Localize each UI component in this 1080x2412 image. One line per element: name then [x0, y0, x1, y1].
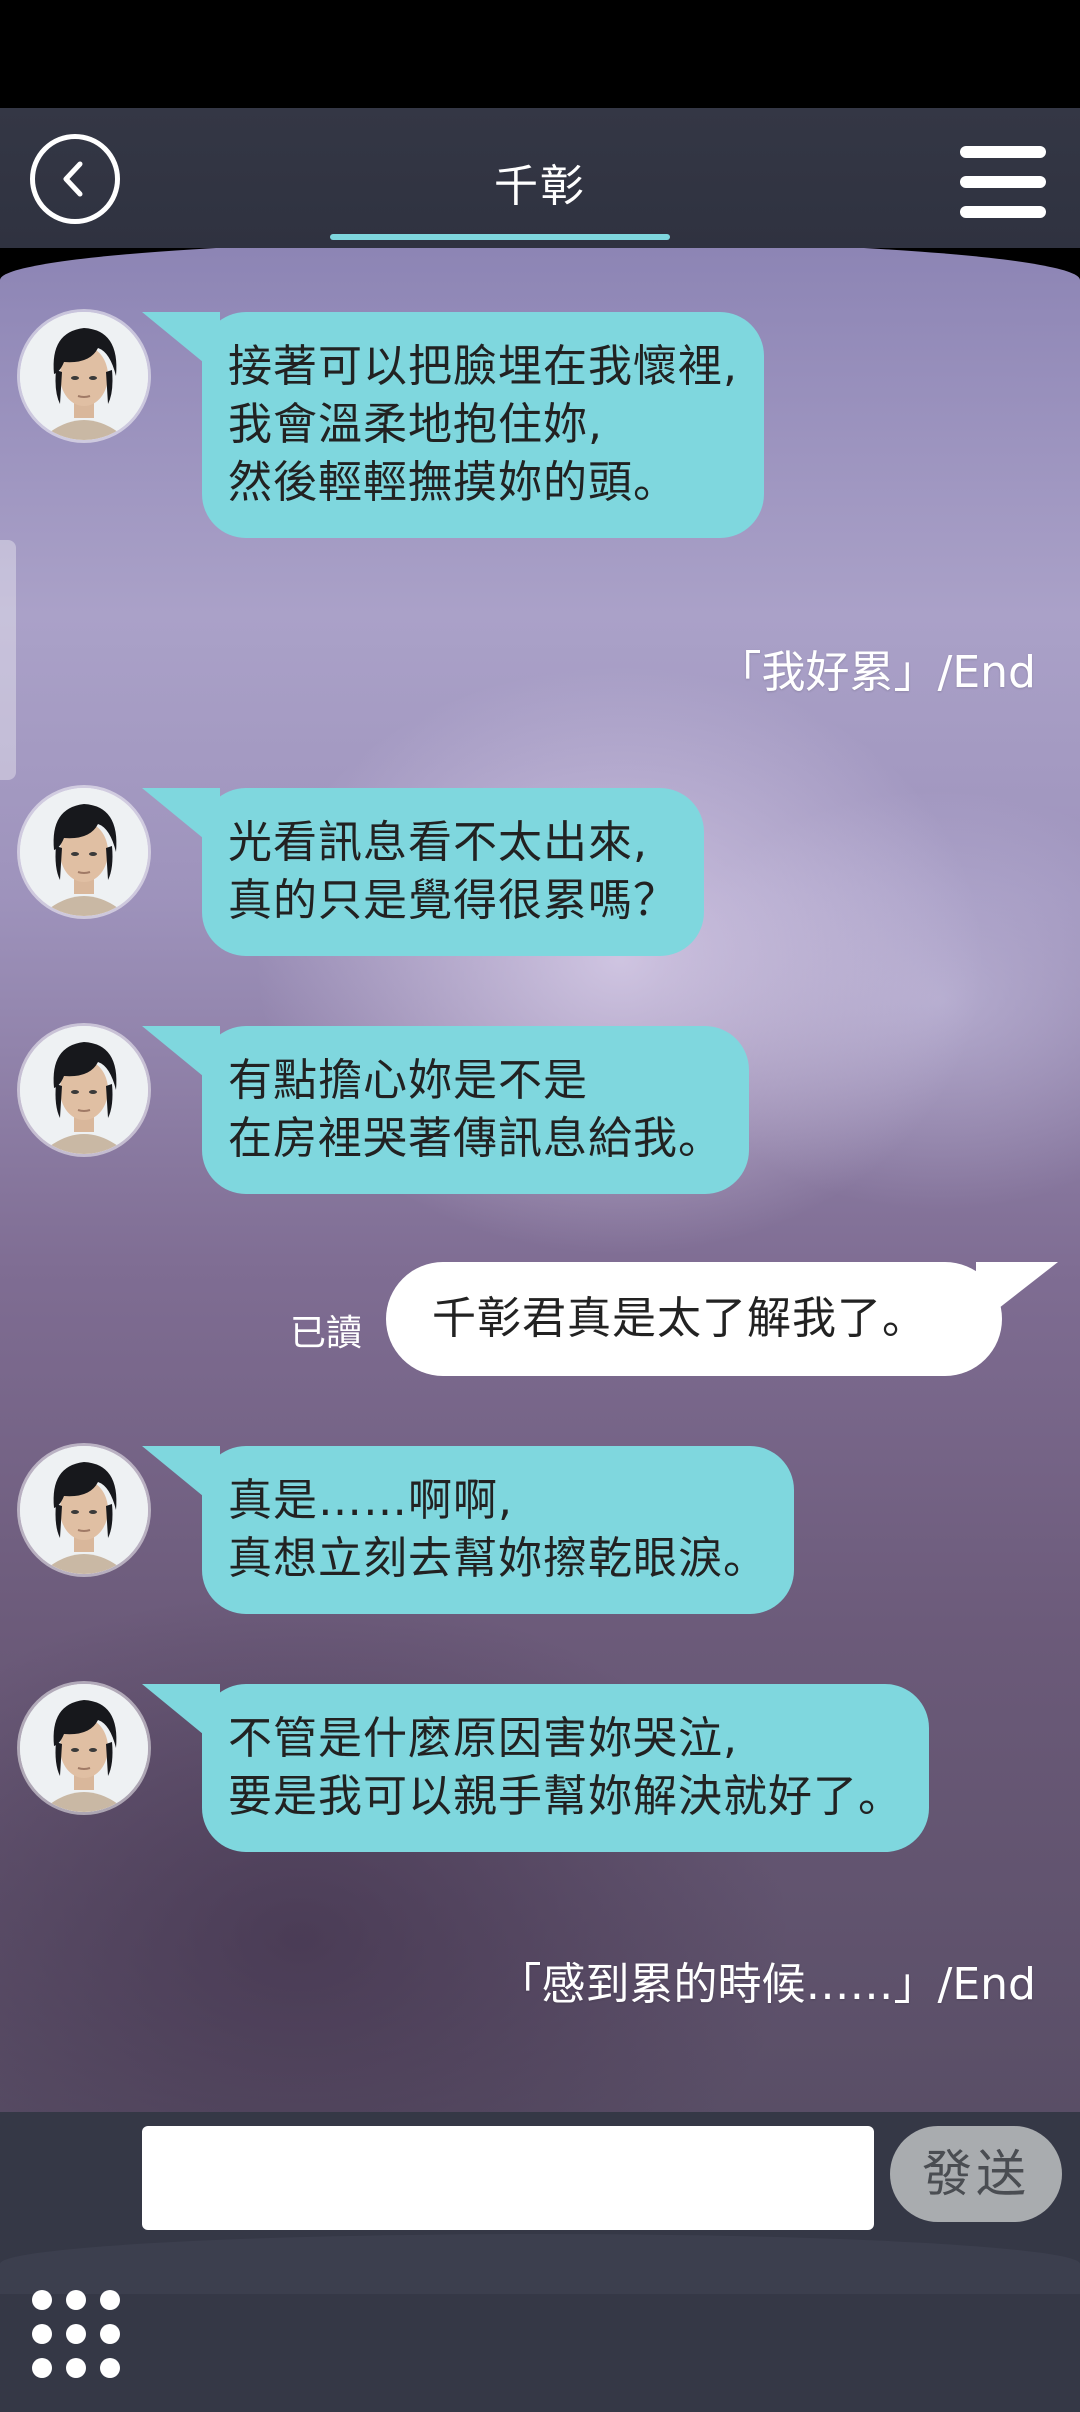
avatar[interactable] — [20, 788, 148, 916]
incoming-bubble: 光看訊息看不太出來, 真的只是覺得很累嗎？ — [142, 788, 704, 956]
menu-button[interactable] — [960, 146, 1046, 220]
avatar[interactable] — [20, 1446, 148, 1574]
side-drawer-handle[interactable] — [0, 540, 16, 780]
incoming-bubble: 有點擔心妳是不是 在房裡哭著傳訊息給我。 — [142, 1026, 749, 1194]
hamburger-menu-icon — [960, 206, 1046, 218]
bubble-text: 不管是什麼原因害妳哭泣, — [228, 1713, 738, 1764]
bubble-tail — [142, 788, 220, 852]
bubble-text: 在房裡哭著傳訊息給我。 — [228, 1113, 723, 1164]
bubble-text: 真是……啊啊, — [228, 1475, 513, 1526]
message-input[interactable] — [142, 2126, 874, 2230]
chat-area[interactable]: 接著可以把臉埋在我懷裡, 我會溫柔地抱住妳, 然後輕輕撫摸妳的頭。 「我好累」/… — [0, 240, 1080, 2112]
avatar[interactable] — [20, 1026, 148, 1154]
hamburger-menu-icon — [960, 146, 1046, 158]
bubble-text: 千彰君真是太了解我了。 — [432, 1293, 927, 1344]
bubble-text: 有點擔心妳是不是 — [228, 1055, 588, 1106]
incoming-bubble: 不管是什麼原因害妳哭泣, 要是我可以親手幫妳解決就好了。 — [142, 1684, 929, 1852]
system-note: 「感到累的時候……」/End — [497, 1959, 1036, 2010]
avatar[interactable] — [20, 312, 148, 440]
dot-grid-icon[interactable] — [32, 2290, 122, 2380]
bubble-tail — [142, 1446, 220, 1510]
bubble-text: 光看訊息看不太出來, — [228, 817, 648, 868]
bubble-tail — [142, 312, 220, 376]
app-header: 千彰 — [0, 108, 1080, 248]
header-accent-line — [330, 234, 670, 240]
system-note: 「我好累」/End — [717, 647, 1036, 698]
avatar[interactable] — [20, 1684, 148, 1812]
footer-bar: 發送 — [0, 2112, 1080, 2412]
bubble-tail — [142, 1684, 220, 1748]
bubble-text: 接著可以把臉埋在我懷裡, — [228, 341, 738, 392]
incoming-bubble: 真是……啊啊, 真想立刻去幫妳擦乾眼淚。 — [142, 1446, 794, 1614]
bubble-text: 要是我可以親手幫妳解決就好了。 — [228, 1771, 903, 1822]
incoming-bubble: 接著可以把臉埋在我懷裡, 我會溫柔地抱住妳, 然後輕輕撫摸妳的頭。 — [142, 312, 764, 538]
footer-divider — [0, 2234, 1080, 2294]
read-receipt: 已讀 — [290, 1313, 363, 1354]
hamburger-menu-icon — [960, 176, 1046, 188]
bubble-text: 真的只是覺得很累嗎？ — [228, 875, 678, 926]
outgoing-bubble: 千彰君真是太了解我了。 — [386, 1262, 1058, 1376]
page-title: 千彰 — [494, 161, 586, 212]
status-bar — [0, 0, 1080, 108]
bubble-text: 然後輕輕撫摸妳的頭。 — [228, 457, 678, 508]
bubble-tail — [142, 1026, 220, 1090]
send-button[interactable]: 發送 — [890, 2126, 1062, 2222]
bubble-tail — [976, 1262, 1058, 1326]
bubble-text: 我會溫柔地抱住妳, — [228, 399, 603, 450]
bubble-text: 真想立刻去幫妳擦乾眼淚。 — [228, 1533, 768, 1584]
